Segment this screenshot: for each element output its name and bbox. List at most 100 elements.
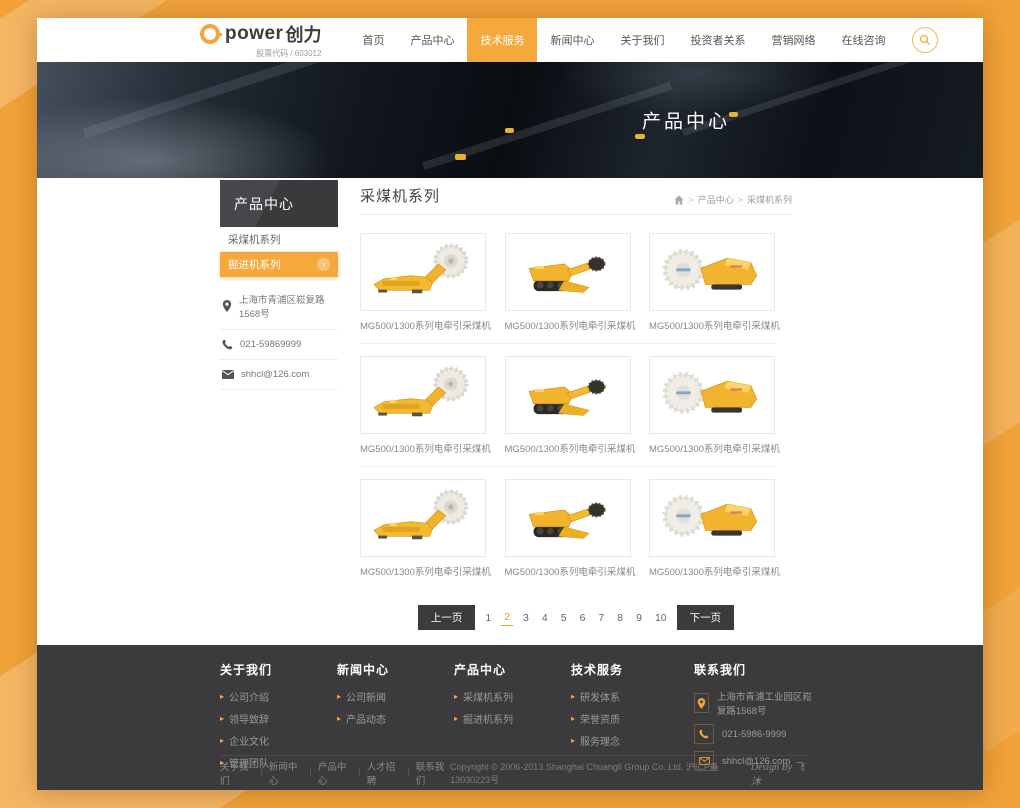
page-number-9[interactable]: 9: [633, 610, 645, 626]
product-caption: MG500/1300系列电牵引采煤机: [360, 318, 486, 332]
prev-page-button[interactable]: 上一页: [418, 605, 476, 630]
address-text: 上海市青浦区崧复路1568号: [239, 292, 336, 320]
product-card[interactable]: MG500/1300系列电牵引采煤机: [505, 233, 631, 332]
bullet-icon: ▸: [571, 692, 575, 701]
footer-link[interactable]: ▸研发体系: [571, 689, 694, 704]
nav-item-tech-service[interactable]: 技术服务: [467, 18, 537, 62]
sidebar-item-roadheader-series[interactable]: 掘进机系列 ›: [220, 252, 338, 277]
bottom-link-products[interactable]: 产品中心: [318, 759, 352, 787]
content-area: 产品中心 采煤机系列 掘进机系列 › 上海市青浦区崧复路1568号: [37, 178, 983, 645]
logo[interactable]: power 创力 股票代码 / 603012: [200, 21, 321, 59]
footer-link-label: 公司介绍: [229, 689, 269, 704]
product-card[interactable]: MG500/1300系列电牵引采煤机: [505, 356, 631, 455]
section-header: 采煤机系列 > 产品中心 > 采煤机系列: [360, 185, 792, 215]
vehicle-dot: [729, 112, 738, 117]
terrain-streak: [83, 62, 371, 138]
bullet-icon: ▸: [220, 736, 224, 745]
page-number-6[interactable]: 6: [577, 610, 589, 626]
footer-col-title: 技术服务: [571, 661, 694, 678]
email-icon: [222, 370, 234, 379]
logo-c-icon: [200, 24, 220, 44]
product-card[interactable]: MG500/1300系列电牵引采煤机: [649, 233, 775, 332]
footer-link-label: 产品动态: [346, 711, 386, 726]
product-card[interactable]: MG500/1300系列电牵引采煤机: [649, 356, 775, 455]
nav-item-investor[interactable]: 投资者关系: [677, 18, 758, 62]
nav-item-about[interactable]: 关于我们: [607, 18, 677, 62]
bullet-icon: ▸: [454, 692, 458, 701]
product-card[interactable]: MG500/1300系列电牵引采煤机: [360, 356, 486, 455]
product-card[interactable]: MG500/1300系列电牵引采煤机: [505, 479, 631, 578]
footer-link[interactable]: ▸掘进机系列: [454, 711, 571, 726]
search-button[interactable]: [912, 27, 938, 53]
bottom-link-news[interactable]: 新闻中心: [269, 759, 303, 787]
footer-link[interactable]: ▸领导致辞: [220, 711, 337, 726]
separator: |: [260, 767, 262, 778]
nav-item-news[interactable]: 新闻中心: [537, 18, 607, 62]
product-image-wheel-machine: [649, 233, 775, 311]
sidebar-title: 产品中心: [220, 180, 338, 227]
hero-banner: 产品中心: [37, 62, 983, 178]
page-number-1[interactable]: 1: [482, 610, 494, 626]
footer-col-products: 产品中心 ▸采煤机系列 ▸掘进机系列: [454, 661, 571, 755]
phone-icon: [222, 339, 233, 350]
email-text: shhcl@126.com: [241, 369, 309, 380]
footer-col-title: 产品中心: [454, 661, 571, 678]
copyright: Copyright © 2006-2013 Shanghai Chuangli …: [450, 758, 810, 788]
bottom-link-contact[interactable]: 联系我们: [416, 759, 450, 787]
footer-link[interactable]: ▸公司新闻: [337, 689, 454, 704]
search-icon: [919, 34, 931, 46]
footer-link[interactable]: ▸公司介绍: [220, 689, 337, 704]
separator: |: [407, 767, 409, 778]
breadcrumb-separator: >: [738, 195, 743, 205]
page-number-2-current[interactable]: 2: [501, 609, 513, 626]
footer-link[interactable]: ▸荣誉资质: [571, 711, 694, 726]
page-number-5[interactable]: 5: [558, 610, 570, 626]
product-image-wheel-machine: [649, 356, 775, 434]
product-row: MG500/1300系列电牵引采煤机: [360, 479, 775, 589]
bottom-link-jobs[interactable]: 人才招聘: [367, 759, 401, 787]
site-footer: 关于我们 ▸公司介绍 ▸领导致辞 ▸企业文化 ▸管理团队 新闻中心 ▸公司新闻 …: [37, 645, 983, 790]
sidebar-item-label: 采煤机系列: [228, 232, 281, 247]
product-card[interactable]: MG500/1300系列电牵引采煤机: [360, 479, 486, 578]
product-caption: MG500/1300系列电牵引采煤机: [360, 564, 486, 578]
nav-item-marketing[interactable]: 营销网络: [758, 18, 828, 62]
nav-item-consult[interactable]: 在线咨询: [828, 18, 898, 62]
footer-link[interactable]: ▸采煤机系列: [454, 689, 571, 704]
footer-link-label: 服务理念: [580, 733, 620, 748]
desktop-background: power 创力 股票代码 / 603012 首页 产品中心 技术服务 新闻中心…: [0, 0, 1020, 808]
footer-link[interactable]: ▸企业文化: [220, 733, 337, 748]
home-icon[interactable]: [674, 195, 684, 205]
vehicle-dot: [455, 154, 466, 160]
stock-code: 股票代码 / 603012: [256, 48, 321, 59]
next-page-button[interactable]: 下一页: [677, 605, 735, 630]
phone-icon: [694, 724, 714, 744]
product-image-shearer: [360, 356, 486, 434]
footer-col-tech: 技术服务 ▸研发体系 ▸荣誉资质 ▸服务理念: [571, 661, 694, 755]
breadcrumb-products[interactable]: 产品中心: [698, 193, 734, 206]
bottom-link-about[interactable]: 关于我们: [220, 759, 254, 787]
nav-item-products[interactable]: 产品中心: [397, 18, 467, 62]
location-pin-icon: [222, 300, 232, 312]
location-pin-icon: [694, 693, 709, 713]
product-caption: MG500/1300系列电牵引采煤机: [505, 564, 631, 578]
page-number-7[interactable]: 7: [595, 610, 607, 626]
footer-bottom-links: 关于我们| 新闻中心| 产品中心| 人才招聘| 联系我们: [220, 759, 450, 787]
footer-link-label: 领导致辞: [229, 711, 269, 726]
site-header: power 创力 股票代码 / 603012 首页 产品中心 技术服务 新闻中心…: [37, 18, 983, 62]
nav-item-home[interactable]: 首页: [349, 18, 397, 62]
page-number-8[interactable]: 8: [614, 610, 626, 626]
page-number-4[interactable]: 4: [539, 610, 551, 626]
logo-word: power: [225, 23, 283, 45]
product-card[interactable]: MG500/1300系列电牵引采煤机: [360, 233, 486, 332]
footer-col-news: 新闻中心 ▸公司新闻 ▸产品动态: [337, 661, 454, 755]
page-number-3[interactable]: 3: [520, 610, 532, 626]
sidebar-item-shearer-series[interactable]: 采煤机系列: [220, 227, 338, 252]
footer-link-label: 公司新闻: [346, 689, 386, 704]
product-card[interactable]: MG500/1300系列电牵引采煤机: [649, 479, 775, 578]
bullet-icon: ▸: [454, 714, 458, 723]
footer-link[interactable]: ▸服务理念: [571, 733, 694, 748]
footer-col-title: 关于我们: [220, 661, 337, 678]
page-number-10[interactable]: 10: [652, 610, 670, 626]
product-image-roadheader: [505, 479, 631, 557]
footer-link[interactable]: ▸产品动态: [337, 711, 454, 726]
